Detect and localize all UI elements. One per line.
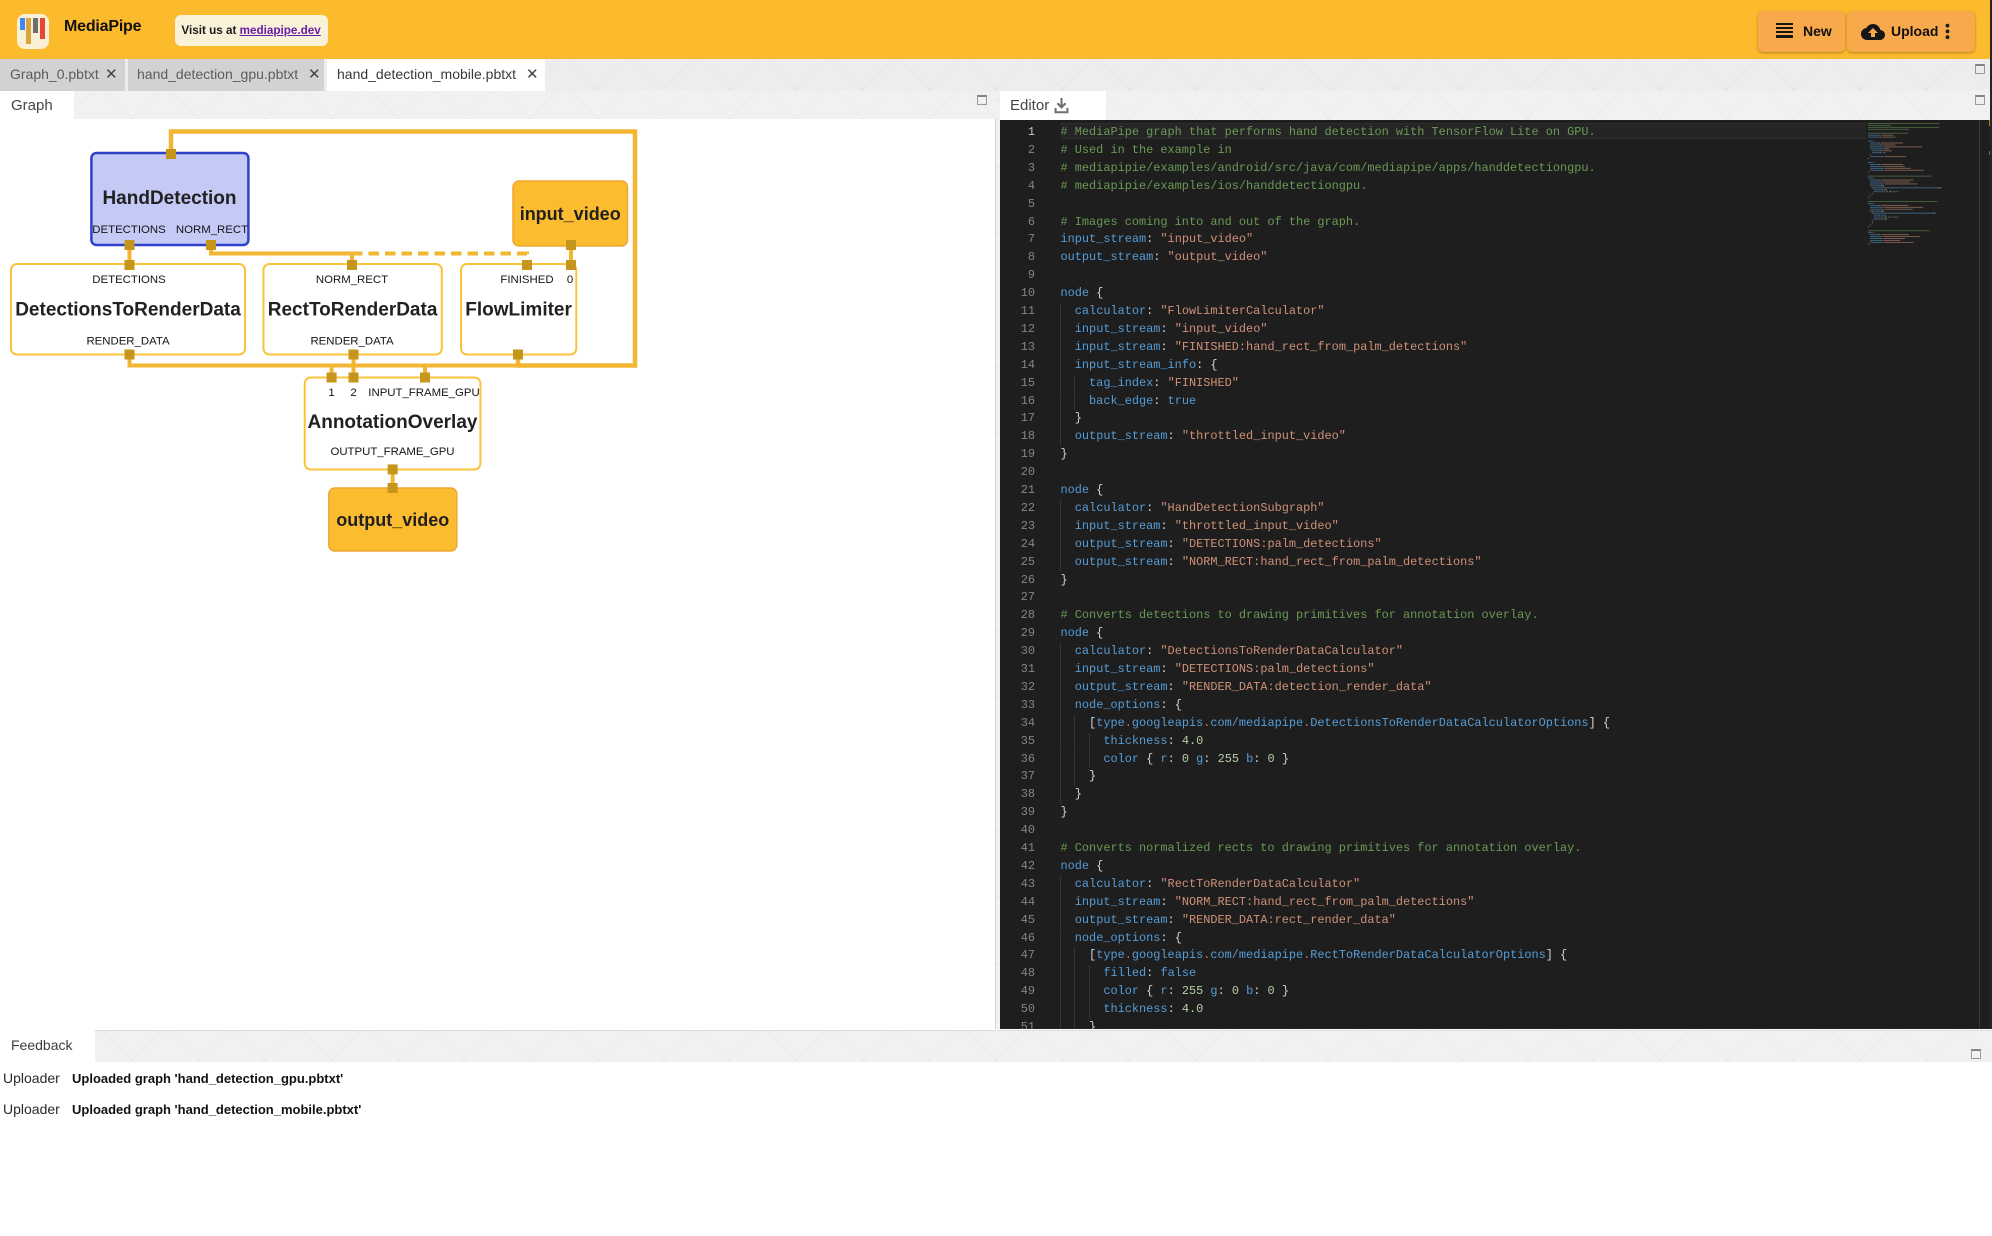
svg-text:RENDER_DATA: RENDER_DATA (86, 335, 170, 347)
svg-text:NORM_RECT: NORM_RECT (176, 224, 248, 236)
svg-text:1: 1 (328, 387, 334, 399)
svg-text:FINISHED: FINISHED (500, 274, 553, 286)
svg-text:0: 0 (567, 274, 573, 286)
svg-text:input_video: input_video (520, 204, 621, 224)
svg-text:DETECTIONS: DETECTIONS (92, 224, 166, 236)
svg-text:NORM_RECT: NORM_RECT (316, 274, 388, 286)
svg-text:FlowLimiter: FlowLimiter (465, 300, 572, 321)
svg-text:AnnotationOverlay: AnnotationOverlay (308, 412, 478, 433)
svg-text:DETECTIONS: DETECTIONS (92, 274, 166, 286)
svg-text:DetectionsToRenderData: DetectionsToRenderData (15, 300, 241, 321)
svg-text:RENDER_DATA: RENDER_DATA (310, 335, 394, 347)
svg-text:INPUT_FRAME_GPU: INPUT_FRAME_GPU (368, 387, 479, 399)
svg-text:HandDetection: HandDetection (102, 188, 236, 209)
svg-text:2: 2 (350, 387, 356, 399)
svg-text:output_video: output_video (336, 510, 449, 530)
svg-text:OUTPUT_FRAME_GPU: OUTPUT_FRAME_GPU (330, 446, 454, 458)
svg-text:RectToRenderData: RectToRenderData (268, 300, 438, 321)
